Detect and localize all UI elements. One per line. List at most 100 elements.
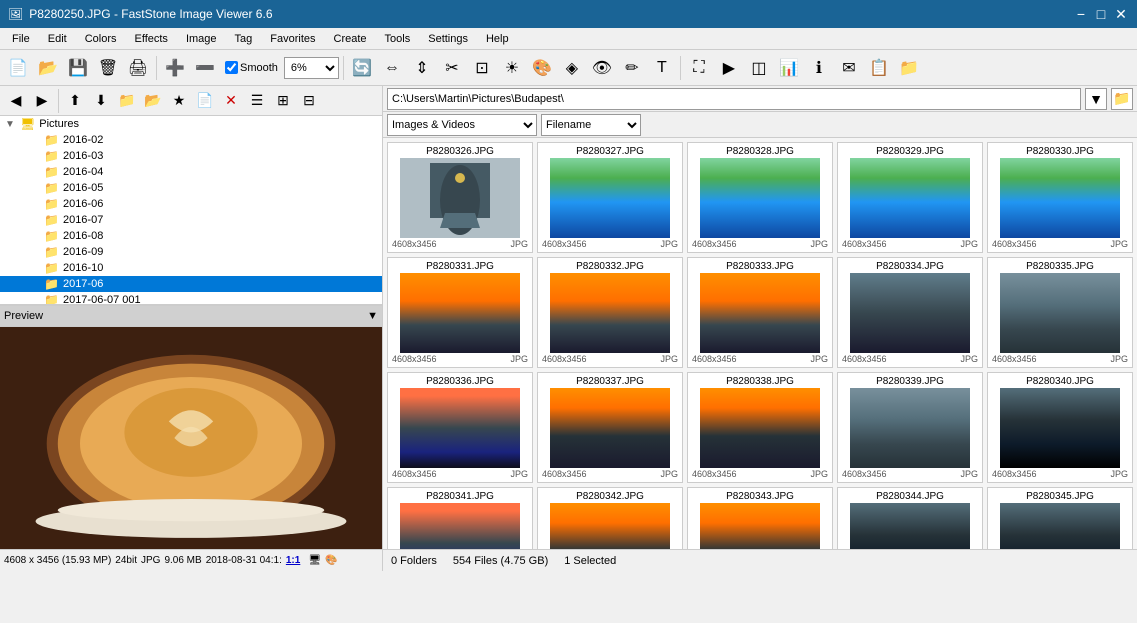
tree-folder-item[interactable]: 📁2016-08: [0, 228, 382, 244]
favorite-button[interactable]: ★: [167, 89, 191, 113]
thumbnail-item[interactable]: P8280334.JPG 4608x3456 JPG: [837, 257, 983, 368]
tree-folder-item[interactable]: 📁2016-07: [0, 212, 382, 228]
tree-folder-item[interactable]: 📁2016-09: [0, 244, 382, 260]
thumbnail-meta: 4608x3456 JPG: [390, 468, 530, 480]
thumbnail-item[interactable]: P8280327.JPG 4608x3456 JPG: [537, 142, 683, 253]
thumbnail-item[interactable]: P8280326.JPG 4608x3456 JPG: [387, 142, 533, 253]
menu-item-tag[interactable]: Tag: [227, 31, 261, 47]
flip-h-button[interactable]: ⇔: [378, 54, 406, 82]
thumb-detail-button[interactable]: ⊟: [297, 89, 321, 113]
menu-item-effects[interactable]: Effects: [127, 31, 176, 47]
zoom-in-button[interactable]: ➕: [161, 54, 189, 82]
thumbnail-item[interactable]: P8280329.JPG 4608x3456 JPG: [837, 142, 983, 253]
smooth-option[interactable]: Smooth: [225, 61, 278, 74]
menu-item-edit[interactable]: Edit: [40, 31, 75, 47]
crop-button[interactable]: ✂: [438, 54, 466, 82]
menu-item-file[interactable]: File: [4, 31, 38, 47]
sort-select[interactable]: FilenameDateSizeType: [541, 114, 641, 136]
thumbnail-item[interactable]: P8280339.JPG 4608x3456 JPG: [837, 372, 983, 483]
move-button[interactable]: 📁: [895, 54, 923, 82]
thumbnail-item[interactable]: P8280345.JPG 4608x3456 JPG: [987, 487, 1133, 549]
copy-button[interactable]: 📋: [865, 54, 893, 82]
tree-folder-item[interactable]: 📁2016-02: [0, 132, 382, 148]
address-input[interactable]: [387, 88, 1081, 110]
fullscreen-button[interactable]: ⛶: [685, 54, 713, 82]
thumbnail-item[interactable]: P8280340.JPG 4608x3456 JPG: [987, 372, 1133, 483]
file-copy-button[interactable]: 📄: [193, 89, 217, 113]
resize-button[interactable]: ⊡: [468, 54, 496, 82]
color-button[interactable]: 🎨: [528, 54, 556, 82]
tree-folder-item[interactable]: 📁2016-03: [0, 148, 382, 164]
thumbnail-item[interactable]: P8280333.JPG 4608x3456 JPG: [687, 257, 833, 368]
slideshow-button[interactable]: ▶: [715, 54, 743, 82]
thumbnail-item[interactable]: P8280332.JPG 4608x3456 JPG: [537, 257, 683, 368]
histogram-button[interactable]: 📊: [775, 54, 803, 82]
preview-toggle[interactable]: ▼: [367, 310, 378, 322]
folder-options-button[interactable]: 📁: [1111, 88, 1133, 110]
folder-open-button[interactable]: 📂: [141, 89, 165, 113]
title-controls[interactable]: − □ ✕: [1073, 6, 1129, 22]
address-go-button[interactable]: ▼: [1085, 88, 1107, 110]
folder-new-button[interactable]: 📁: [115, 89, 139, 113]
tree-folder-item[interactable]: 📁2017-06: [0, 276, 382, 292]
save-button[interactable]: 💾: [64, 54, 92, 82]
close-button[interactable]: ✕: [1113, 6, 1129, 22]
back-button[interactable]: ◀: [4, 89, 28, 113]
tree-folder-item[interactable]: 📁2016-06: [0, 196, 382, 212]
thumbnail-item[interactable]: P8280330.JPG 4608x3456 JPG: [987, 142, 1133, 253]
sharpen-button[interactable]: ◈: [558, 54, 586, 82]
thumbnail-item[interactable]: P8280331.JPG 4608x3456 JPG: [387, 257, 533, 368]
folder-icon: 📁: [44, 261, 59, 275]
tree-folder-item[interactable]: 📁2016-05: [0, 180, 382, 196]
menu-item-colors[interactable]: Colors: [77, 31, 125, 47]
thumbnail-item[interactable]: P8280341.JPG 4608x3456 JPG: [387, 487, 533, 549]
thumbnail-grid[interactable]: P8280326.JPG 4608x3456 JPG P8280327.JPG …: [383, 138, 1137, 549]
delete-file-button[interactable]: ✕: [219, 89, 243, 113]
zoom-select[interactable]: 1%2%4%6%8%10%12%16%25%33%50%75%100%: [284, 57, 339, 79]
menu-item-create[interactable]: Create: [326, 31, 375, 47]
red-eye-button[interactable]: 👁: [588, 54, 616, 82]
flip-v-button[interactable]: ⇕: [408, 54, 436, 82]
open-button[interactable]: 📂: [34, 54, 62, 82]
text-button[interactable]: T: [648, 54, 676, 82]
minimize-button[interactable]: −: [1073, 6, 1089, 22]
color-picker-icon[interactable]: 🎨: [325, 555, 337, 566]
tree-folder-item[interactable]: 📁2016-10: [0, 260, 382, 276]
monitor-icon[interactable]: 🖥: [308, 555, 321, 566]
menu-item-tools[interactable]: Tools: [377, 31, 419, 47]
tree-folder-item[interactable]: 📁2017-06-07 001: [0, 292, 382, 305]
tree-root-item[interactable]: ▼ 🖥 Pictures: [0, 116, 382, 132]
new-button[interactable]: 📄: [4, 54, 32, 82]
thumbnail-item[interactable]: P8280338.JPG 4608x3456 JPG: [687, 372, 833, 483]
thumbnail-item[interactable]: P8280342.JPG 4608x3456 JPG: [537, 487, 683, 549]
compare-button[interactable]: ◫: [745, 54, 773, 82]
print-button[interactable]: 🖨: [124, 54, 152, 82]
menu-item-favorites[interactable]: Favorites: [262, 31, 323, 47]
menu-item-image[interactable]: Image: [178, 31, 225, 47]
thumbnail-item[interactable]: P8280344.JPG 4608x3456 JPG: [837, 487, 983, 549]
tree-folder-item[interactable]: 📁2016-04: [0, 164, 382, 180]
thumbnail-item[interactable]: P8280336.JPG 4608x3456 JPG: [387, 372, 533, 483]
menu-item-help[interactable]: Help: [478, 31, 517, 47]
draw-button[interactable]: ✏: [618, 54, 646, 82]
thumbnail-item[interactable]: P8280337.JPG 4608x3456 JPG: [537, 372, 683, 483]
file-type-select[interactable]: Images & VideosImagesVideosAll Files: [387, 114, 537, 136]
forward-button[interactable]: ▶: [30, 89, 54, 113]
exif-button[interactable]: ℹ: [805, 54, 833, 82]
upload-button[interactable]: ⬆: [63, 89, 87, 113]
zoom-out-button[interactable]: ➖: [191, 54, 219, 82]
download-button[interactable]: ⬇: [89, 89, 113, 113]
menu-item-settings[interactable]: Settings: [420, 31, 476, 47]
brightness-button[interactable]: ☀: [498, 54, 526, 82]
email-button[interactable]: ✉: [835, 54, 863, 82]
thumb-list-button[interactable]: ☰: [245, 89, 269, 113]
thumbnail-item[interactable]: P8280335.JPG 4608x3456 JPG: [987, 257, 1133, 368]
thumb-grid-button[interactable]: ⊞: [271, 89, 295, 113]
maximize-button[interactable]: □: [1093, 6, 1109, 22]
rotate-button[interactable]: 🔄: [348, 54, 376, 82]
smooth-checkbox[interactable]: [225, 61, 238, 74]
folder-tree[interactable]: ▼ 🖥 Pictures 📁2016-02📁2016-03📁2016-04📁20…: [0, 116, 382, 305]
thumbnail-item[interactable]: P8280343.JPG 4608x3456 JPG: [687, 487, 833, 549]
delete-button[interactable]: 🗑: [94, 54, 122, 82]
thumbnail-item[interactable]: P8280328.JPG 4608x3456 JPG: [687, 142, 833, 253]
